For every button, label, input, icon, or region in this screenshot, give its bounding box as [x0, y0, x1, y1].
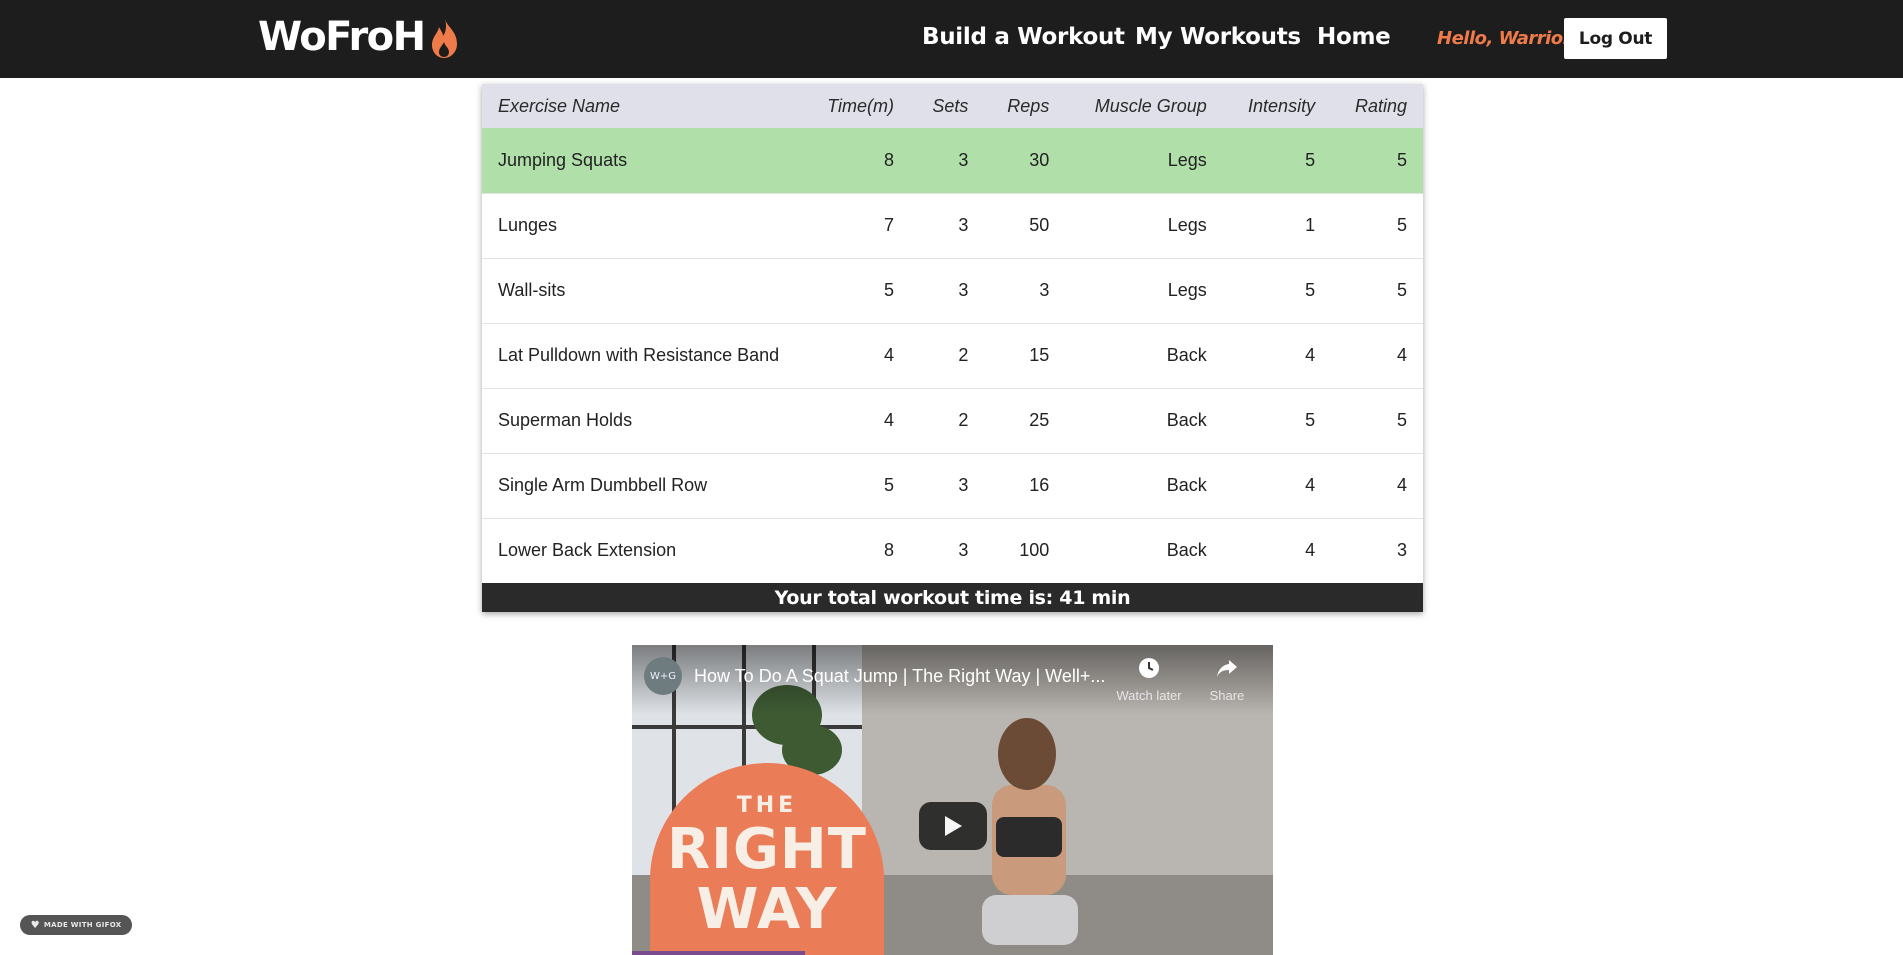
sets-cell: 3: [958, 149, 969, 170]
intensity-cell: 4: [1305, 475, 1316, 495]
video-player[interactable]: THE RIGHT WAY W+G How To Do A Squat Jump…: [632, 645, 1273, 955]
time-cell: 4: [884, 410, 895, 430]
muscle-group-cell: Legs: [1167, 149, 1207, 170]
sets-cell: 3: [958, 540, 969, 561]
made-with-gifox-badge: ♥ MADE WITH GIFOX: [20, 915, 132, 935]
muscle-group-cell: Back: [1166, 410, 1207, 430]
rating-cell: 4: [1396, 475, 1407, 495]
sets-cell: 3: [958, 215, 969, 235]
table-row[interactable]: Lat Pulldown with Resistance Band 4 2 15…: [482, 323, 1423, 388]
play-icon: [945, 816, 962, 836]
time-cell: 5: [884, 475, 895, 495]
exercise-name-cell: Lat Pulldown with Resistance Band: [498, 345, 780, 365]
sets-cell: 3: [958, 280, 969, 300]
exercise-name-cell: Jumping Squats: [498, 149, 628, 170]
video-progress-bar[interactable]: [632, 951, 806, 955]
thumbnail-text-the: THE: [736, 793, 798, 818]
nav-my-workouts[interactable]: My Workouts: [1135, 24, 1301, 50]
reps-cell: 50: [1029, 215, 1050, 235]
intensity-cell: 1: [1305, 215, 1316, 235]
video-title[interactable]: How To Do A Squat Jump | The Right Way |…: [694, 666, 1114, 687]
exercise-name-cell: Lunges: [498, 215, 558, 235]
top-navbar: WoFroH Build a Workout My Workouts Home …: [0, 0, 1903, 78]
column-header-reps[interactable]: Reps: [984, 84, 1065, 128]
reps-cell: 15: [1029, 345, 1050, 365]
column-header-sets[interactable]: Sets: [910, 84, 984, 128]
workout-table: Exercise Name Time(m) Sets Reps Muscle G…: [482, 84, 1423, 583]
clock-icon: [1139, 658, 1159, 678]
table-row[interactable]: Superman Holds 4 2 25 Back 5 5: [482, 388, 1423, 453]
table-row[interactable]: Lower Back Extension 8 3 100 Back 4 3: [482, 518, 1423, 583]
play-button[interactable]: [919, 802, 987, 850]
exercise-name-cell: Lower Back Extension: [498, 540, 677, 561]
reps-cell: 3: [1039, 280, 1050, 300]
exercise-name-cell: Single Arm Dumbbell Row: [498, 475, 708, 495]
flame-icon: [431, 19, 457, 58]
intensity-cell: 5: [1305, 149, 1316, 170]
table-row[interactable]: Wall-sits 5 3 3 Legs 5 5: [482, 258, 1423, 323]
sets-cell: 2: [958, 345, 969, 365]
thumbnail-person-top: [996, 817, 1062, 857]
intensity-cell: 4: [1305, 345, 1316, 365]
column-header-muscle-group[interactable]: Muscle Group: [1065, 84, 1222, 128]
user-greeting: Hello, Warrior: [1437, 28, 1572, 49]
thumbnail-person-head: [998, 718, 1056, 790]
reps-cell: 16: [1029, 475, 1050, 495]
reps-cell: 30: [1029, 149, 1050, 170]
share-icon: [1217, 660, 1237, 677]
muscle-group-cell: Back: [1166, 345, 1207, 365]
time-cell: 4: [884, 345, 895, 365]
column-header-exercise-name[interactable]: Exercise Name: [482, 84, 802, 128]
reps-cell: 25: [1029, 410, 1050, 430]
muscle-group-cell: Legs: [1167, 280, 1207, 300]
column-header-time[interactable]: Time(m): [802, 84, 910, 128]
gifox-icon: ♥: [30, 919, 40, 931]
watch-later-button[interactable]: Watch later: [1114, 657, 1184, 703]
workout-table-card: Exercise Name Time(m) Sets Reps Muscle G…: [482, 84, 1423, 612]
total-workout-time: Your total workout time is: 41 min: [482, 583, 1423, 612]
nav-build-workout[interactable]: Build a Workout: [922, 24, 1125, 50]
time-cell: 7: [884, 215, 895, 235]
share-button[interactable]: Share: [1192, 657, 1262, 703]
reps-cell: 100: [1019, 540, 1050, 561]
intensity-cell: 5: [1305, 410, 1316, 430]
brand-logo[interactable]: WoFroH: [258, 14, 461, 60]
brand-name: WoFroH: [258, 14, 426, 60]
rating-cell: 5: [1396, 215, 1407, 235]
intensity-cell: 4: [1305, 540, 1316, 561]
time-cell: 5: [884, 280, 895, 300]
sets-cell: 2: [958, 410, 969, 430]
rating-cell: 4: [1396, 345, 1407, 365]
thumbnail-person-legs: [982, 895, 1078, 945]
column-header-intensity[interactable]: Intensity: [1223, 84, 1331, 128]
table-row[interactable]: Jumping Squats 8 3 30 Legs 5 5: [482, 128, 1423, 193]
watch-later-label: Watch later: [1116, 688, 1182, 703]
sets-cell: 3: [958, 475, 969, 495]
rating-cell: 5: [1396, 280, 1407, 300]
channel-avatar[interactable]: W+G: [644, 657, 682, 695]
table-row[interactable]: Single Arm Dumbbell Row 5 3 16 Back 4 4: [482, 453, 1423, 518]
thumbnail-text-right: RIGHT: [667, 817, 867, 882]
table-row[interactable]: Lunges 7 3 50 Legs 1 5: [482, 193, 1423, 258]
table-header-row: Exercise Name Time(m) Sets Reps Muscle G…: [482, 84, 1423, 128]
gifox-label: MADE WITH GIFOX: [43, 921, 122, 929]
rating-cell: 5: [1396, 149, 1407, 170]
rating-cell: 5: [1396, 410, 1407, 430]
muscle-group-cell: Back: [1166, 475, 1207, 495]
time-cell: 8: [884, 540, 895, 561]
time-cell: 8: [884, 149, 895, 170]
nav-home[interactable]: Home: [1317, 24, 1391, 50]
share-label: Share: [1209, 688, 1245, 703]
column-header-rating[interactable]: Rating: [1331, 84, 1423, 128]
muscle-group-cell: Back: [1166, 540, 1207, 561]
logout-button[interactable]: Log Out: [1564, 18, 1667, 59]
muscle-group-cell: Legs: [1167, 215, 1207, 235]
intensity-cell: 5: [1305, 280, 1316, 300]
thumbnail-text-way: WAY: [696, 877, 838, 942]
exercise-name-cell: Superman Holds: [498, 410, 633, 430]
rating-cell: 3: [1396, 540, 1407, 561]
exercise-name-cell: Wall-sits: [498, 280, 566, 300]
